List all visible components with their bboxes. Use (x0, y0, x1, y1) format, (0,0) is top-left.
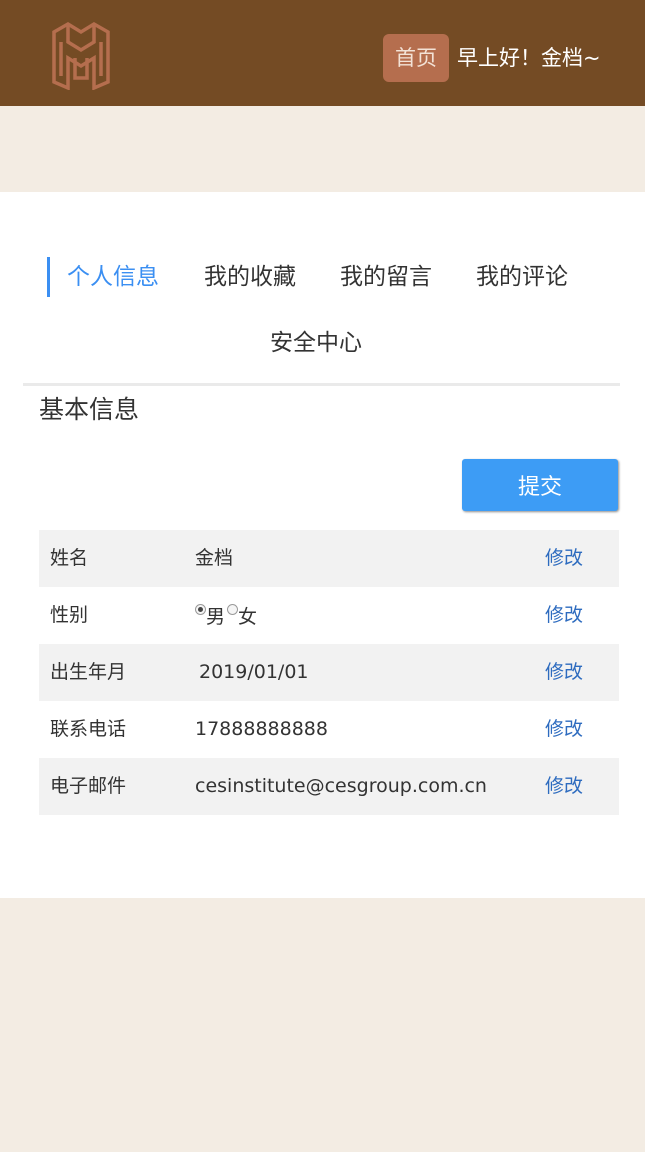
top-header: 首页 早上好！金档~ (0, 0, 645, 106)
gender-female-label: 女 (238, 606, 258, 628)
info-table: 姓名 金档 修改 性别 男 女 修改 出生年月 2019/01/01 修改 联系… (39, 530, 619, 815)
row-label: 出生年月 (50, 661, 127, 683)
home-button[interactable]: 首页 (383, 34, 449, 82)
table-row-name: 姓名 金档 修改 (39, 530, 619, 587)
edit-gender-link[interactable]: 修改 (545, 587, 583, 644)
tab-my-messages[interactable]: 我的留言 (340, 260, 432, 294)
edit-email-link[interactable]: 修改 (545, 758, 583, 815)
row-label: 性别 (50, 604, 89, 626)
section-title: 基本信息 (39, 395, 140, 424)
table-row-birth: 出生年月 2019/01/01 修改 (39, 644, 619, 701)
tab-divider (23, 383, 620, 386)
tab-my-comments[interactable]: 我的评论 (476, 260, 568, 294)
gender-male-label: 男 (206, 606, 226, 628)
name-value: 金档 (195, 547, 234, 569)
tab-security-center[interactable]: 安全中心 (270, 326, 362, 360)
email-value: cesinstitute@cesgroup.com.cn (195, 775, 487, 797)
tab-personal-info[interactable]: 个人信息 (67, 260, 159, 294)
table-row-phone: 联系电话 17888888888 修改 (39, 701, 619, 758)
birth-value: 2019/01/01 (199, 661, 309, 683)
row-label: 姓名 (50, 547, 89, 569)
gender-male-radio[interactable] (195, 604, 206, 615)
row-label: 电子邮件 (50, 775, 127, 797)
tab-my-favorites[interactable]: 我的收藏 (204, 260, 296, 294)
edit-birth-link[interactable]: 修改 (545, 644, 583, 701)
gender-radio-group: 男 女 (195, 587, 259, 644)
greeting-text: 早上好！金档~ (457, 46, 601, 70)
edit-name-link[interactable]: 修改 (545, 530, 583, 587)
submit-button[interactable]: 提交 (462, 459, 618, 511)
edit-phone-link[interactable]: 修改 (545, 701, 583, 758)
table-row-gender: 性别 男 女 修改 (39, 587, 619, 644)
brand-logo-icon[interactable] (50, 18, 112, 90)
gender-female-radio[interactable] (227, 604, 239, 615)
row-label: 联系电话 (50, 718, 127, 740)
table-row-email: 电子邮件 cesinstitute@cesgroup.com.cn 修改 (39, 758, 619, 815)
active-tab-indicator (47, 257, 50, 297)
phone-value: 17888888888 (195, 718, 328, 740)
